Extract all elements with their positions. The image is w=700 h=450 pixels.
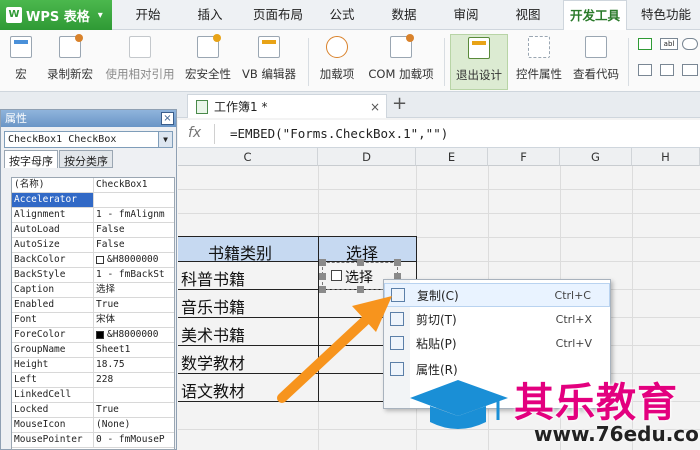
graduation-cap-icon — [410, 380, 508, 429]
watermark-name: 其乐教育 — [514, 380, 678, 426]
watermark-url: www.76edu.com — [534, 422, 700, 446]
arrow-shaft — [277, 313, 373, 403]
